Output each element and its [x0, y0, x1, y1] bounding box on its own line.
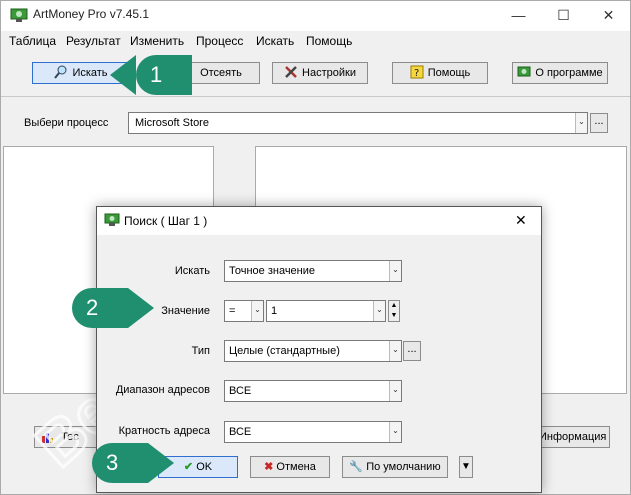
process-label: Выбери процесс	[24, 117, 109, 129]
tools-icon	[284, 65, 298, 79]
step-badge-3-tip	[148, 443, 174, 483]
maximize-button[interactable]: ☐	[541, 1, 586, 30]
close-button[interactable]: ✕	[586, 1, 631, 30]
ok-button-label: OK	[196, 461, 213, 473]
dialog-money-icon	[104, 213, 120, 230]
settings-button-label: Настройки	[302, 67, 356, 79]
chevron-down-icon: ⌄	[389, 381, 401, 401]
minimize-button[interactable]: —	[496, 1, 541, 30]
cross-icon: ✖	[264, 461, 274, 473]
process-select[interactable]: Microsoft Store ⌄	[128, 112, 588, 134]
menu-help[interactable]: Помощь	[306, 34, 352, 48]
menu-edit[interactable]: Изменить	[130, 34, 184, 48]
step-badge-1-tip	[110, 55, 136, 95]
default-button-label: По умолчанию	[366, 461, 441, 473]
window-title: ArtMoney Pro v7.45.1	[33, 7, 150, 21]
search-type-select[interactable]: Точное значение ⌄	[224, 260, 402, 282]
menu-search[interactable]: Искать	[256, 34, 294, 48]
range-select[interactable]: ВСЕ ⌄	[224, 380, 402, 402]
chevron-down-icon: ⌄	[251, 301, 263, 321]
chart-icon	[41, 430, 55, 451]
cancel-button-label: Отмена	[276, 461, 316, 473]
range-label: Диапазон адресов	[115, 384, 210, 396]
menu-process[interactable]: Процесс	[196, 34, 243, 48]
step-badge-2-tip	[128, 288, 154, 328]
type-select[interactable]: Целые (стандартные) ⌄	[224, 340, 402, 362]
dialog-title: Поиск ( Шаг 1 )	[124, 214, 208, 228]
search-button-label: Искать	[72, 67, 108, 79]
menu-table[interactable]: Таблица	[9, 34, 56, 48]
step-badge-1: 1	[136, 55, 192, 95]
test-button-label: Тес	[61, 431, 79, 443]
alignment-value: ВСЕ	[229, 426, 252, 438]
about-money-icon	[517, 65, 531, 79]
alignment-label: Кратность адреса	[118, 425, 210, 437]
chevron-down-icon: ⌄	[389, 261, 401, 281]
magnifier-icon	[54, 65, 68, 79]
info-button-label: Информация	[539, 431, 607, 443]
search-type-value: Точное значение	[229, 265, 316, 277]
operator-select[interactable]: = ⌄	[224, 300, 264, 322]
divider	[1, 96, 630, 97]
menu-result[interactable]: Результат	[66, 34, 121, 48]
search-type-label: Искать	[174, 265, 210, 277]
help-button-label: Помощь	[427, 67, 471, 79]
range-value: ВСЕ	[229, 385, 252, 397]
about-button-label: О программе	[535, 67, 603, 79]
step-badge-3: 3	[92, 443, 148, 483]
chevron-down-icon: ⌄	[389, 341, 401, 361]
step-badge-2: 2	[72, 288, 128, 328]
wrench-icon: 🔧	[349, 461, 364, 473]
value-input[interactable]: 1 ⌄	[266, 300, 386, 322]
type-label: Тип	[191, 345, 210, 357]
value-text: 1	[271, 305, 278, 317]
help-button[interactable]: ? Помощь	[392, 62, 488, 84]
value-spinner[interactable]: ▲ ▼	[388, 300, 400, 322]
type-browse-button[interactable]: ...	[403, 341, 421, 361]
chevron-down-icon: ⌄	[575, 113, 587, 133]
svg-text:?: ?	[414, 68, 419, 79]
checkmark-icon: ✔	[183, 461, 194, 473]
more-options-button[interactable]: ▼	[459, 456, 473, 478]
app-money-icon	[10, 7, 28, 23]
default-button[interactable]: 🔧 По умолчанию	[342, 456, 448, 478]
settings-button[interactable]: Настройки	[272, 62, 368, 84]
cancel-button[interactable]: ✖ Отмена	[250, 456, 330, 478]
alignment-select[interactable]: ВСЕ ⌄	[224, 421, 402, 443]
type-value: Целые (стандартные)	[229, 345, 340, 357]
dialog-close-button[interactable]: ✕	[515, 212, 527, 229]
chevron-down-icon: ⌄	[373, 301, 385, 321]
operator-value: =	[229, 305, 236, 317]
process-browse-button[interactable]: ...	[590, 113, 608, 133]
question-icon: ?	[410, 65, 424, 79]
process-value: Microsoft Store	[135, 117, 209, 129]
chevron-down-icon: ⌄	[389, 422, 401, 442]
about-button[interactable]: О программе	[512, 62, 608, 84]
